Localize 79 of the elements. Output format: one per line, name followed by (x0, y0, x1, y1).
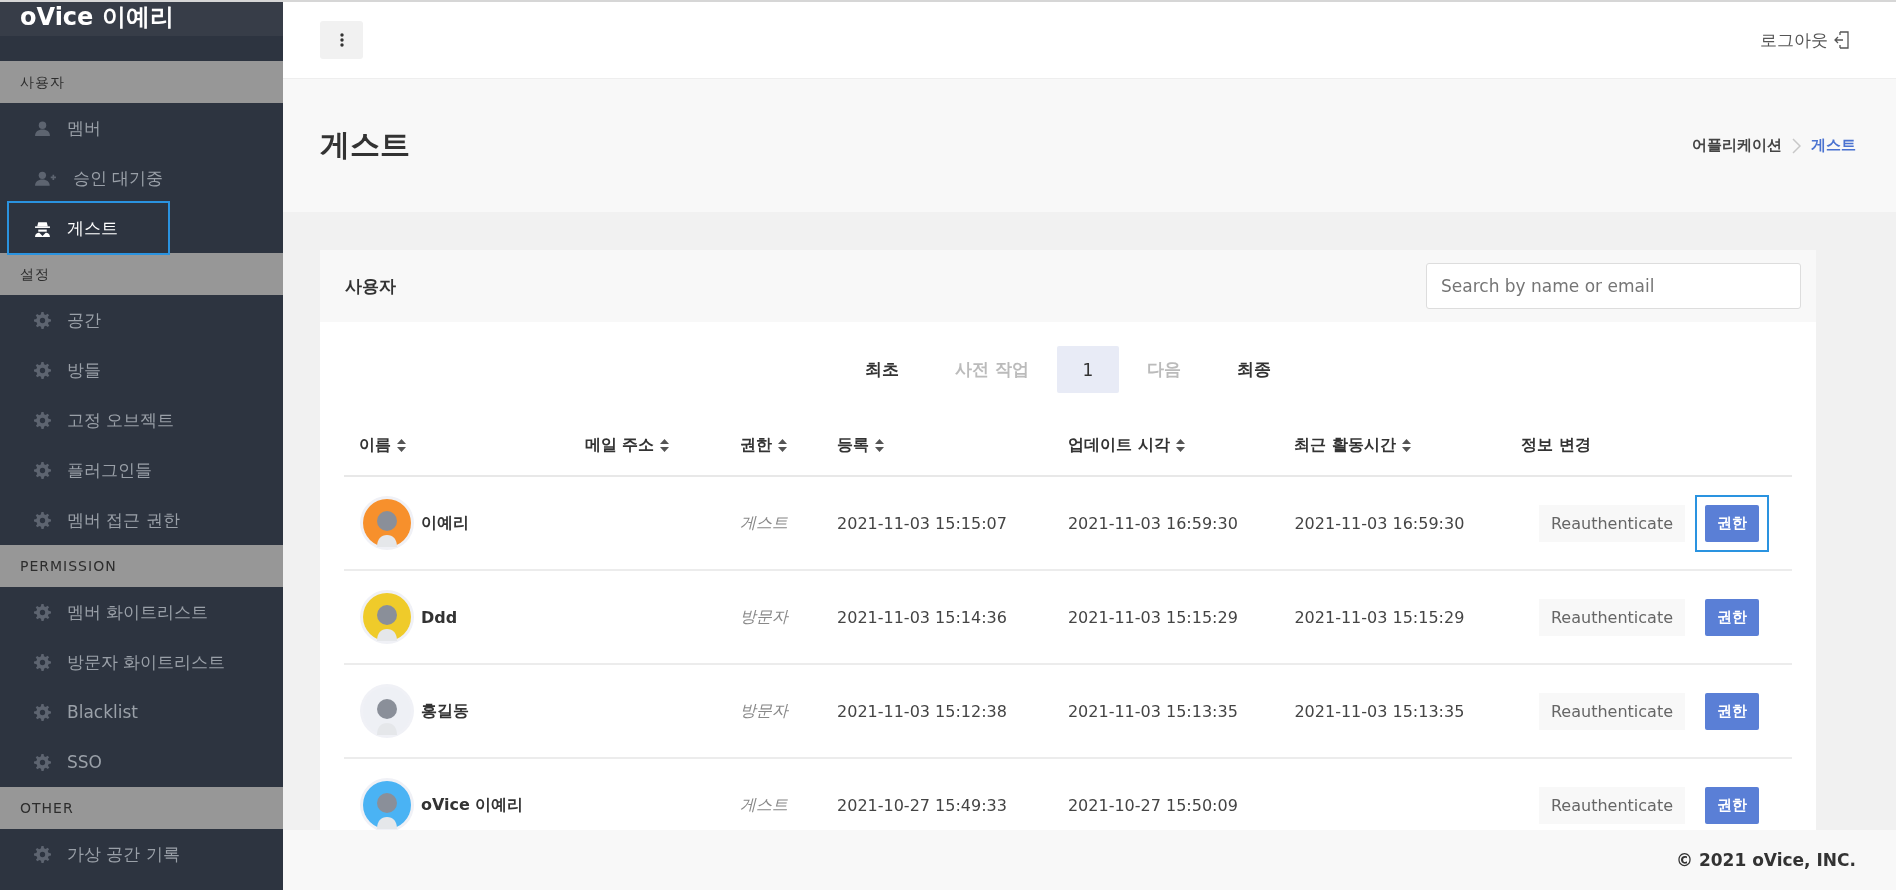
table-cell: 2021-11-03 15:15:29 (1294, 607, 1465, 627)
gear-icon (34, 411, 51, 429)
sidebar-item[interactable]: 승인 대기중 (9, 153, 176, 203)
sidebar-item[interactable]: 가상 공간 기록 (9, 829, 192, 879)
exit-icon (1834, 31, 1850, 49)
sidebar-item[interactable]: 멤버 (9, 103, 168, 153)
add-user-icon (34, 169, 57, 187)
column-header[interactable]: 권한 (724, 415, 822, 476)
table-cell: 2021-11-03 15:13:35 (1067, 701, 1238, 721)
search-field[interactable]: Search by name or email (1426, 263, 1801, 309)
role-cell: 방문자 (739, 700, 788, 720)
gear-icon (34, 845, 51, 863)
sidebar-item[interactable]: 게스트 (9, 203, 168, 253)
sidebar-section-header: OTHER (0, 787, 283, 829)
gear-icon (34, 461, 51, 479)
pagination-button[interactable]: 1 (1056, 346, 1120, 393)
role-cell: 게스트 (739, 794, 788, 814)
breadcrumb-link[interactable]: 어플리케이션 (1692, 136, 1782, 155)
reauthenticate-button[interactable]: Reauthenticate (1538, 692, 1685, 730)
table-cell: 2021-11-03 16:59:30 (1067, 513, 1238, 533)
reauthenticate-button[interactable]: Reauthenticate (1538, 786, 1685, 824)
kebab-icon (339, 33, 344, 47)
column-header[interactable]: 이름 (344, 415, 570, 476)
table-cell: 2021-11-03 15:12:38 (837, 701, 1007, 721)
table-cell: 2021-11-03 15:13:35 (1294, 701, 1465, 721)
sidebar-item[interactable]: 방들 (9, 345, 168, 395)
gear-icon (34, 653, 51, 671)
column-header[interactable]: 정보 변경 (1505, 415, 1792, 476)
spy-icon (34, 219, 51, 237)
breadcrumb-link[interactable]: 게스트 (1811, 136, 1856, 155)
column-header[interactable]: 메일 주소 (569, 415, 725, 476)
sidebar-item[interactable]: 멤버 화이트리스트 (9, 587, 221, 637)
permission-button[interactable]: 권한 (1705, 692, 1759, 730)
table-cell: 2021-11-03 15:15:29 (1067, 607, 1238, 627)
column-header[interactable]: 최근 활동시간 (1279, 415, 1506, 476)
gear-icon (34, 603, 51, 621)
more-menu-button[interactable] (320, 21, 363, 59)
permission-button[interactable]: 권한 (1705, 504, 1759, 542)
sidebar-item[interactable]: 공간 (9, 295, 168, 345)
table-cell: 2021-10-27 15:50:09 (1067, 795, 1238, 815)
reauthenticate-button[interactable]: Reauthenticate (1538, 598, 1685, 636)
sidebar-section-header: 사용자 (0, 61, 283, 103)
gear-icon (34, 311, 51, 329)
table-cell: 2021-10-27 15:49:33 (837, 795, 1007, 815)
role-cell: 방문자 (739, 606, 788, 626)
card-title: 사용자 (345, 274, 396, 298)
gear-icon (34, 361, 51, 379)
sidebar-item[interactable]: 방문자 화이트리스트 (9, 637, 238, 687)
column-header[interactable]: 등록 (822, 415, 1053, 476)
user-icon (34, 119, 51, 137)
app-brand: oVice 이예리 (0, 2, 283, 36)
table-cell: 2021-11-03 15:15:07 (837, 513, 1007, 533)
gear-icon (34, 703, 51, 721)
sidebar-item[interactable]: 멤버 접근 권한 (9, 495, 192, 545)
sidebar-item[interactable]: 플러그인들 (9, 445, 168, 495)
table-cell: 2021-11-03 15:14:36 (837, 607, 1007, 627)
permission-button[interactable]: 권한 (1705, 598, 1759, 636)
gear-icon (34, 753, 51, 771)
sidebar-section-header: PERMISSION (0, 545, 283, 587)
permission-button[interactable]: 권한 (1705, 786, 1759, 824)
chevron-icon (1792, 137, 1801, 154)
sidebar-item[interactable]: Blacklist (9, 687, 168, 737)
user-name: 이예리 (421, 512, 469, 534)
sidebar-item[interactable]: SSO (9, 737, 168, 787)
page-title: 게스트 (320, 126, 410, 164)
sidebar-item[interactable]: 고정 오브젝트 (9, 395, 187, 445)
user-name: 홍길동 (421, 700, 469, 722)
gear-icon (34, 511, 51, 529)
table-cell: 2021-11-03 16:59:30 (1294, 513, 1465, 533)
copyright-text: © 2021 oVice, INC. (283, 830, 1896, 890)
logout-button[interactable]: 로그아웃 (1754, 27, 1856, 53)
pagination-button[interactable]: 최초 (836, 346, 927, 393)
reauthenticate-button[interactable]: Reauthenticate (1538, 504, 1685, 542)
sidebar-section-header: 설정 (0, 253, 283, 295)
column-header[interactable]: 업데이트 시각 (1052, 415, 1280, 476)
user-name: oVice 이예리 (421, 794, 524, 816)
pagination-button[interactable]: 최종 (1209, 346, 1300, 393)
role-cell: 게스트 (739, 512, 788, 532)
user-name: Ddd (421, 607, 458, 627)
